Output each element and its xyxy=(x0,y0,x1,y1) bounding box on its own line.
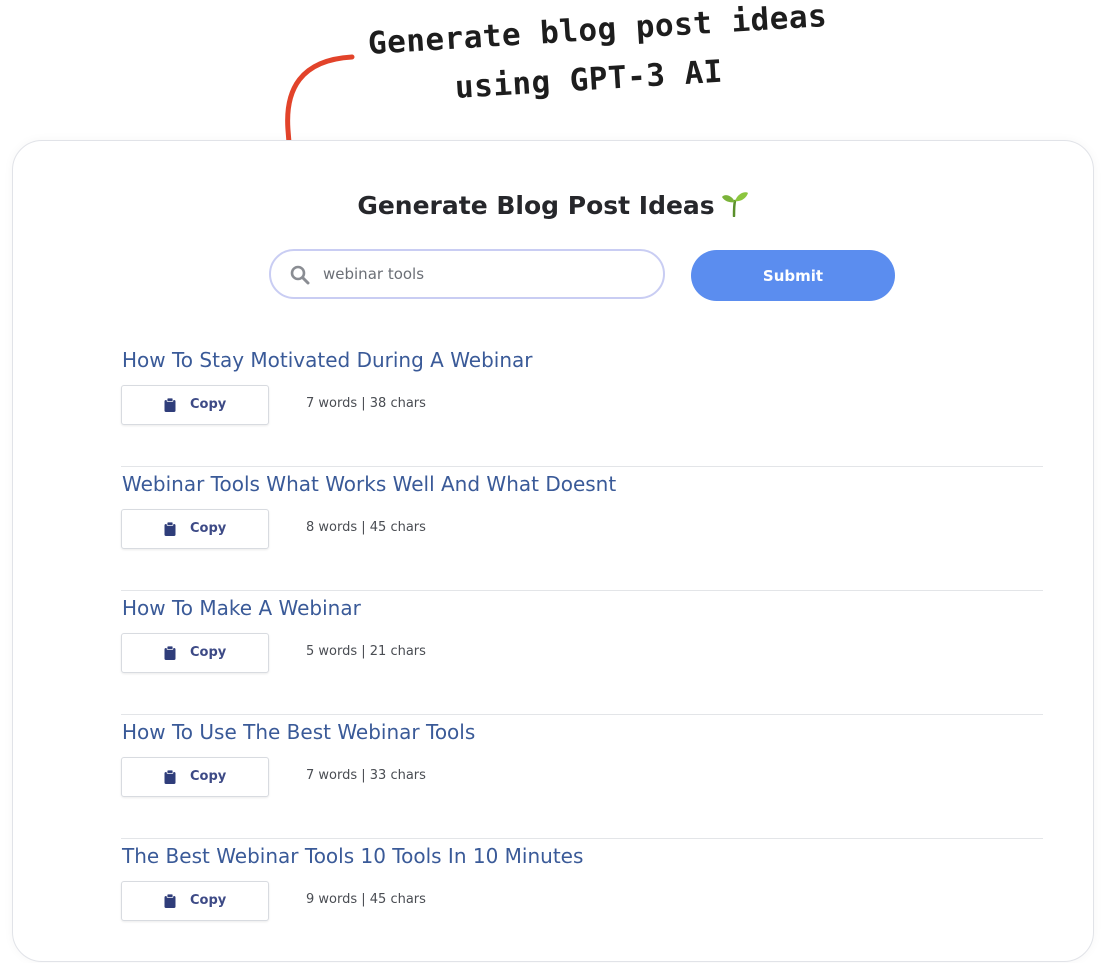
result-title[interactable]: How To Make A Webinar xyxy=(122,596,361,620)
search-input[interactable] xyxy=(323,261,643,287)
copy-button[interactable]: Copy xyxy=(121,757,269,797)
result-item: Webinar Tools What Works Well And What D… xyxy=(121,467,1043,591)
search-icon xyxy=(290,265,310,285)
copy-label: Copy xyxy=(190,645,227,660)
result-stats: 8 words | 45 chars xyxy=(306,520,426,535)
page-title-text: Generate Blog Post Ideas xyxy=(357,191,715,220)
results-list: How To Stay Motivated During A Webinar C… xyxy=(121,343,1043,963)
copy-label: Copy xyxy=(190,893,227,908)
clipboard-icon xyxy=(164,770,176,784)
result-item: How To Use The Best Webinar Tools Copy 7… xyxy=(121,715,1043,839)
page-title: Generate Blog Post Ideas xyxy=(13,191,1093,220)
result-title[interactable]: Webinar Tools What Works Well And What D… xyxy=(122,472,616,496)
copy-button[interactable]: Copy xyxy=(121,385,269,425)
result-stats: 7 words | 38 chars xyxy=(306,396,426,411)
result-title[interactable]: The Best Webinar Tools 10 Tools In 10 Mi… xyxy=(122,844,583,868)
clipboard-icon xyxy=(164,894,176,908)
copy-label: Copy xyxy=(190,769,227,784)
result-item: How To Stay Motivated During A Webinar C… xyxy=(121,343,1043,467)
copy-label: Copy xyxy=(190,521,227,536)
annotation-line1: Generate blog post ideas xyxy=(366,0,829,62)
result-stats: 9 words | 45 chars xyxy=(306,892,426,907)
result-stats: 7 words | 33 chars xyxy=(306,768,426,783)
result-stats: 5 words | 21 chars xyxy=(306,644,426,659)
result-item: How To Make A Webinar Copy 5 words | 21 … xyxy=(121,591,1043,715)
result-item: The Best Webinar Tools 10 Tools In 10 Mi… xyxy=(121,839,1043,963)
copy-button[interactable]: Copy xyxy=(121,633,269,673)
seedling-icon xyxy=(721,192,748,217)
clipboard-icon xyxy=(164,646,176,660)
submit-button[interactable]: Submit xyxy=(691,250,895,301)
copy-button[interactable]: Copy xyxy=(121,881,269,921)
annotation-line2: using GPT-3 AI xyxy=(453,53,724,106)
generator-card: Generate Blog Post Ideas Submit How To S… xyxy=(12,140,1094,962)
copy-label: Copy xyxy=(190,397,227,412)
result-title[interactable]: How To Stay Motivated During A Webinar xyxy=(122,348,533,372)
clipboard-icon xyxy=(164,522,176,536)
result-title[interactable]: How To Use The Best Webinar Tools xyxy=(122,720,475,744)
clipboard-icon xyxy=(164,398,176,412)
copy-button[interactable]: Copy xyxy=(121,509,269,549)
search-box[interactable] xyxy=(269,249,665,299)
